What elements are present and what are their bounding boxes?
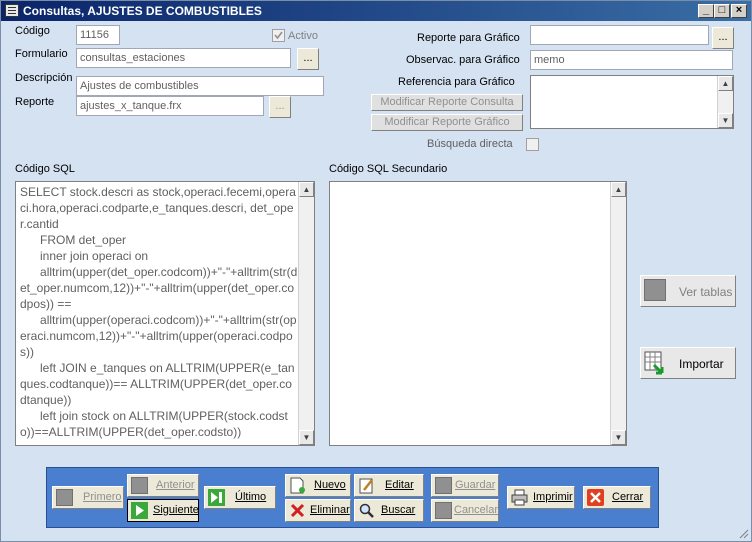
formulario-browse-button[interactable]: ... [297,48,319,70]
buscar-label: Buscar [381,504,416,516]
activo-checkbox[interactable] [272,29,285,42]
reporte-grafico-label: Reporte para Gráfico [417,32,520,44]
window-title: Consultas, AJUSTES DE COMBUSTIBLES [23,4,262,18]
importar-button[interactable]: Importar [640,347,736,379]
resize-grip-icon[interactable] [737,527,749,539]
delete-icon [290,503,305,518]
modificar-grafico-button[interactable]: Modificar Reporte Gráfico [371,114,523,131]
editar-button[interactable]: Editar [354,474,424,497]
eliminar-button[interactable]: Eliminar [285,499,351,522]
eliminar-label: Eliminar [310,504,350,516]
scroll-up-icon[interactable]: ▲ [299,182,314,197]
cancelar-button[interactable]: Cancelar [431,499,499,522]
siguiente-label: Siguiente [153,504,199,516]
anterior-label: Anterior [156,479,195,491]
navigation-toolbar: Primero Anterior Siguiente Último Nuevo … [46,467,659,528]
formulario-label: Formulario [15,48,68,60]
last-record-icon [208,489,225,506]
sql-label: Código SQL [15,163,75,175]
codigo-field[interactable]: 11156 [76,25,120,45]
ver-tablas-button[interactable]: Ver tablas [640,275,736,307]
codigo-label: Código [15,25,50,37]
edit-icon [359,478,373,494]
tables-icon [644,279,666,301]
scroll-up-icon[interactable]: ▲ [718,76,733,91]
reporte-browse-button[interactable]: ... [269,96,291,118]
reporte-label: Reporte [15,96,55,108]
formulario-field[interactable]: consultas_estaciones [76,48,291,68]
close-icon [587,489,604,506]
cancel-icon [435,502,452,519]
busqueda-checkbox[interactable] [526,138,539,151]
sql-scrollbar[interactable]: ▲ ▼ [298,182,314,445]
guardar-label: Guardar [455,479,496,491]
title-bar[interactable]: Consultas, AJUSTES DE COMBUSTIBLES _ □ × [1,1,751,21]
imprimir-label: Imprimir [533,491,573,503]
modificar-consulta-button[interactable]: Modificar Reporte Consulta [371,94,523,111]
close-button[interactable]: × [731,4,747,18]
cerrar-button[interactable]: Cerrar [583,486,651,509]
descripcion-label: Descripción [15,72,73,84]
referencia-scrollbar[interactable]: ▲ ▼ [717,76,733,128]
sql-secondary-scrollbar[interactable]: ▲ ▼ [610,182,626,445]
primero-label: Primero [83,491,122,503]
reporte-field[interactable]: ajustes_x_tanque.frx [76,96,264,116]
siguiente-button[interactable]: Siguiente [127,499,199,522]
scroll-up-icon[interactable]: ▲ [611,182,626,197]
observac-field[interactable]: memo [530,50,733,70]
busqueda-label: Búsqueda directa [427,138,513,150]
check-icon [274,31,283,40]
sql-secondary-textarea[interactable]: ▲ ▼ [329,181,627,446]
editar-label: Editar [385,479,414,491]
referencia-textarea[interactable]: ▲ ▼ [530,75,734,129]
nuevo-button[interactable]: Nuevo [285,474,351,497]
previous-record-icon [131,477,148,494]
observac-label: Observac. para Gráfico [406,54,520,66]
ultimo-button[interactable]: Último [204,486,276,509]
primero-button[interactable]: Primero [52,486,124,509]
scroll-down-icon[interactable]: ▼ [718,113,733,128]
guardar-button[interactable]: Guardar [431,474,499,497]
ultimo-label: Último [235,491,267,503]
maximize-button[interactable]: □ [714,4,730,18]
import-icon [644,351,664,375]
printer-icon [511,489,528,506]
reporte-grafico-browse-button[interactable]: ... [712,27,734,49]
minimize-button[interactable]: _ [698,4,714,18]
referencia-label: Referencia para Gráfico [398,76,515,88]
cancelar-label: Cancelar [454,504,499,516]
importar-label: Importar [679,357,724,371]
save-icon [435,477,452,494]
first-record-icon [56,489,73,506]
sql-secondary-label: Código SQL Secundario [329,163,448,175]
cerrar-label: Cerrar [612,491,644,503]
scroll-down-icon[interactable]: ▼ [611,430,626,445]
next-record-icon [131,502,148,519]
sql-text: SELECT stock.descri as stock,operaci.fec… [20,185,298,439]
app-icon [5,4,19,17]
imprimir-button[interactable]: Imprimir [507,486,575,509]
descripcion-field[interactable]: Ajustes de combustibles [76,76,324,96]
new-document-icon [290,477,305,494]
nuevo-label: Nuevo [314,479,346,491]
ver-tablas-label: Ver tablas [679,285,733,299]
activo-label: Activo [288,30,318,42]
buscar-button[interactable]: Buscar [354,499,424,522]
sql-textarea[interactable]: SELECT stock.descri as stock,operaci.fec… [15,181,315,446]
anterior-button[interactable]: Anterior [127,474,199,497]
main-window: Consultas, AJUSTES DE COMBUSTIBLES _ □ ×… [0,0,752,542]
search-icon [359,503,374,518]
reporte-grafico-field[interactable] [530,25,709,45]
scroll-down-icon[interactable]: ▼ [299,430,314,445]
